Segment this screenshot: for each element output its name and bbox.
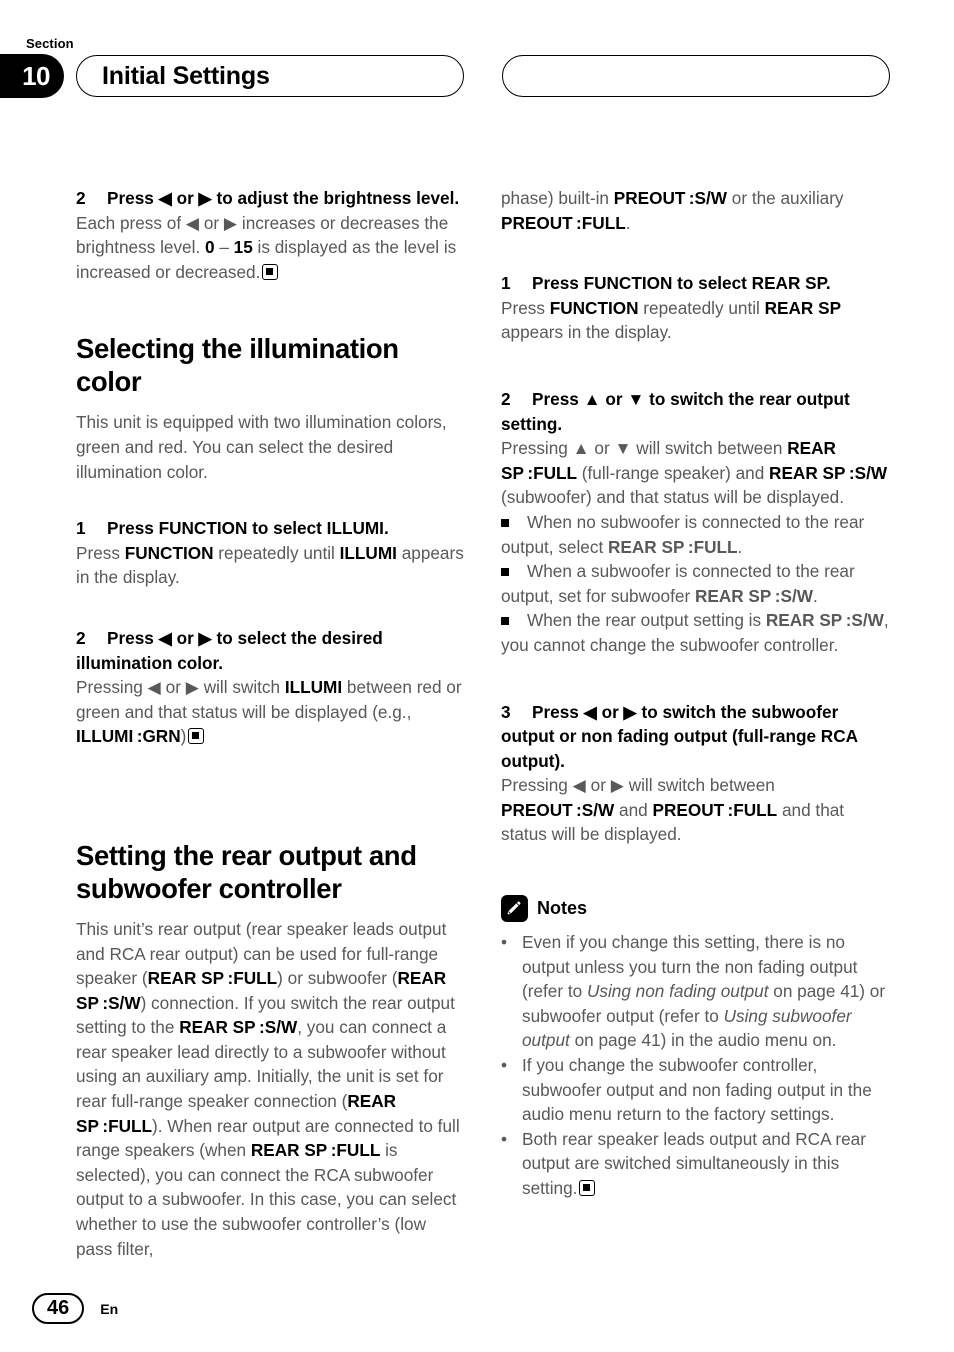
step-heading: 2 Press ◀ or ▶ to adjust the brightness l…: [76, 186, 466, 211]
step-rearsp-2: 2 Press ▲ or ▼ to switch the rear output …: [501, 387, 891, 658]
notes-title: Notes: [537, 898, 588, 919]
language-label: En: [100, 1300, 119, 1317]
square-bullet-icon: [501, 510, 527, 535]
bullet-icon: •: [501, 1128, 508, 1149]
step-brightness: 2 Press ◀ or ▶ to adjust the brightness l…: [76, 186, 466, 284]
section-heading-rear-output: Setting the rear output and subwoofer co…: [76, 839, 417, 904]
pencil-icon: [501, 895, 528, 923]
step-body: Pressing ▲ or ▼ will switch between REAR…: [501, 438, 888, 508]
end-marker-icon: [188, 728, 205, 745]
list-item: When the rear output setting is REAR SP …: [501, 608, 891, 657]
step-heading: 1 Press FUNCTION to select REAR SP.: [501, 271, 891, 296]
page-header: Section 10 Initial Settings: [0, 32, 954, 112]
step-heading-text: Press ◀ or ▶ to select the desired illum…: [76, 627, 383, 673]
step-rearsp-3: 3 Press ◀ or ▶ to switch the subwoofer ou…: [501, 700, 891, 848]
section-heading-illumination: Selecting the illumination color: [76, 333, 399, 398]
list-item-text: Both rear speaker leads output and RCA r…: [522, 1127, 891, 1201]
section-label: Section: [26, 36, 74, 51]
step-number: 3: [501, 701, 511, 722]
end-marker-icon: [579, 1180, 596, 1196]
step-body: Press FUNCTION repeatedly until ILLUMI a…: [76, 542, 464, 588]
list-item: • Both rear speaker leads output and RCA…: [501, 1127, 891, 1201]
step-body: Each press of ◀ or ▶ increases or decrea…: [76, 211, 466, 285]
list-item-text: If you change the subwoofer controller, …: [522, 1055, 872, 1125]
header-right-pill: [502, 55, 890, 97]
notes-list: • Even if you change this setting, there…: [501, 930, 891, 1201]
illumination-intro: This unit is equipped with two illuminat…: [76, 412, 447, 482]
step-body: Pressing ◀ or ▶ will switch between PREO…: [501, 775, 845, 845]
step-rearsp-1: 1 Press FUNCTION to select REAR SP. Press…: [501, 271, 891, 345]
page-number: 46: [32, 1293, 85, 1324]
end-marker-icon: [262, 263, 279, 280]
step-heading: 3 Press ◀ or ▶ to switch the subwoofer ou…: [501, 700, 891, 774]
step-heading-text: Press ◀ or ▶ to adjust the brightness le…: [107, 188, 460, 208]
bullet-icon: •: [501, 1055, 508, 1076]
step-heading: 2 Press ◀ or ▶ to select the desired illu…: [76, 626, 466, 675]
step-heading-text: Press ▲ or ▼ to switch the rear output s…: [501, 388, 850, 434]
square-bullet-list: When no subwoofer is connected to the re…: [501, 510, 891, 658]
rear-output-intro-continued: phase) built-in PREOUT :S/W or the auxil…: [501, 188, 844, 233]
list-item: When a subwoofer is connected to the rea…: [501, 559, 891, 608]
step-body: Press FUNCTION repeatedly until REAR SP …: [501, 297, 842, 343]
step-number: 1: [501, 273, 511, 294]
square-bullet-icon: [501, 559, 527, 584]
notes-header: Notes: [501, 895, 891, 923]
right-column: phase) built-in PREOUT :S/W or the auxil…: [501, 186, 891, 1201]
section-number-tab: 10: [0, 54, 64, 98]
header-title-pill: Initial Settings: [76, 55, 464, 97]
bullet-icon: •: [501, 932, 508, 953]
square-bullet-icon: [501, 608, 527, 633]
list-item: When no subwoofer is connected to the re…: [501, 510, 891, 559]
list-item-text: When no subwoofer is connected to the re…: [501, 511, 865, 557]
list-item-body: Both rear speaker leads output and RCA r…: [522, 1128, 866, 1198]
list-item-text: Even if you change this setting, there i…: [522, 932, 886, 1051]
step-number: 2: [76, 627, 86, 648]
step-number: 2: [501, 388, 511, 409]
list-item: • Even if you change this setting, there…: [501, 930, 891, 1053]
page-title: Initial Settings: [102, 61, 270, 90]
step-illumi-2: 2 Press ◀ or ▶ to select the desired illu…: [76, 626, 466, 749]
list-item: • If you change the subwoofer controller…: [501, 1053, 891, 1127]
page-footer: 46 En: [32, 1293, 118, 1324]
list-item-text: When the rear output setting is REAR SP …: [501, 610, 889, 655]
left-column: 2 Press ◀ or ▶ to adjust the brightness l…: [76, 186, 466, 1261]
step-number: 2: [76, 188, 86, 208]
step-heading-text: Press ◀ or ▶ to switch the subwoofer out…: [501, 701, 858, 771]
step-heading: 1 Press FUNCTION to select ILLUMI.: [76, 516, 466, 541]
step-number: 1: [76, 518, 86, 539]
step-heading-text: Press FUNCTION to select REAR SP.: [532, 273, 831, 294]
step-body-text: Pressing ◀ or ▶ will switch ILLUMI betwe…: [76, 677, 462, 747]
list-item-text: When a subwoofer is connected to the rea…: [501, 561, 855, 606]
step-illumi-1: 1 Press FUNCTION to select ILLUMI. Press …: [76, 516, 466, 590]
rear-output-intro: This unit’s rear output (rear speaker le…: [76, 918, 460, 1259]
step-heading: 2 Press ▲ or ▼ to switch the rear output …: [501, 387, 891, 436]
step-heading-text: Press FUNCTION to select ILLUMI.: [107, 518, 389, 539]
step-body: Pressing ◀ or ▶ will switch ILLUMI betwe…: [76, 675, 466, 749]
